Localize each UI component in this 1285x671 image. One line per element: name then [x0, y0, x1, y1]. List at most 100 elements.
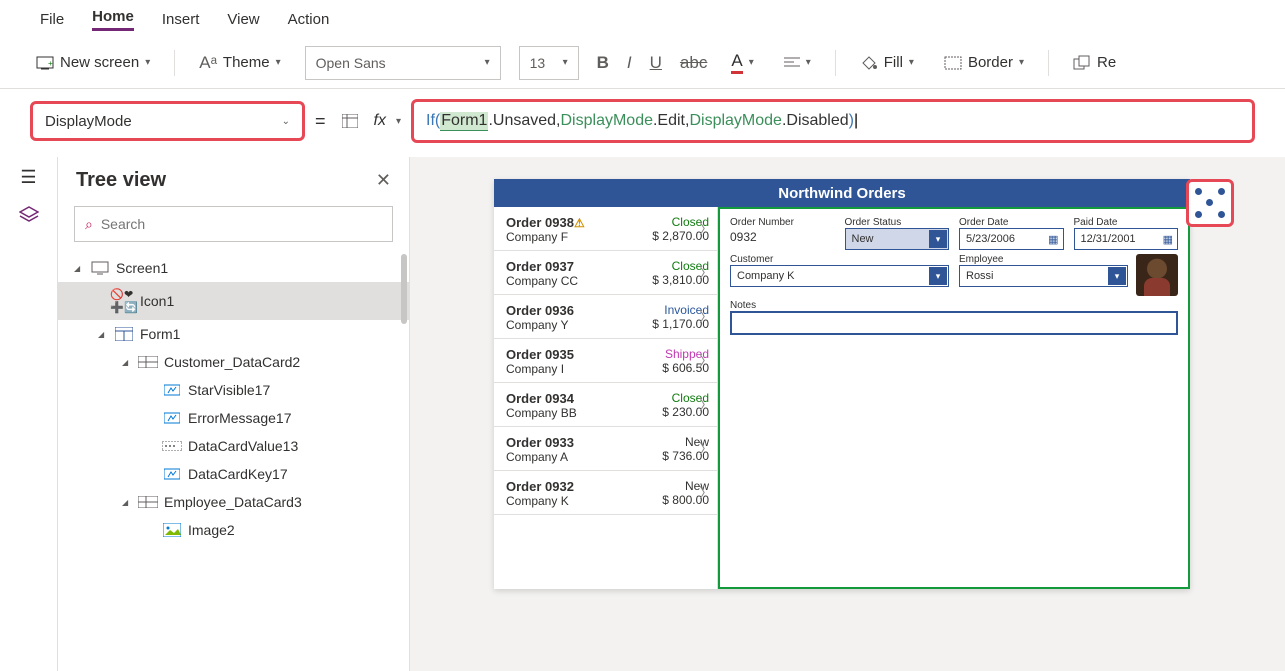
- card-icon: [138, 496, 158, 508]
- chevron-down-icon[interactable]: ▾: [396, 116, 401, 127]
- orders-list: Order 0938⚠Company FClosed$ 2,870.00〉Ord…: [494, 207, 718, 589]
- order-row[interactable]: Order 0936Company YInvoiced$ 1,170.00〉: [494, 295, 717, 339]
- order-row[interactable]: Order 0935Company IShipped$ 606.50〉: [494, 339, 717, 383]
- fontsize-dropdown[interactable]: 13 ▾: [519, 46, 579, 80]
- fontcolor-button[interactable]: A▾: [725, 47, 759, 78]
- dropdown-employee[interactable]: Rossi▾: [959, 265, 1128, 287]
- chevron-down-icon: ▾: [806, 57, 811, 68]
- screen-icon: [90, 261, 110, 275]
- chevron-right-icon: 〉: [699, 483, 713, 503]
- order-form: Order Number 0932 Order Status New▾ Orde…: [718, 207, 1190, 589]
- close-icon[interactable]: ✕: [376, 170, 391, 191]
- tree-item-label: Employee_DataCard3: [164, 494, 409, 510]
- input-notes[interactable]: [730, 311, 1178, 335]
- chevron-right-icon: 〉: [699, 263, 713, 283]
- tree-item-errormessage17[interactable]: ErrorMessage17: [58, 404, 409, 432]
- order-row[interactable]: Order 0932Company KNew$ 800.00〉: [494, 471, 717, 515]
- chevron-down-icon: ▾: [145, 57, 150, 68]
- equals-sign: =: [315, 111, 326, 132]
- tree-item-employee_datacard3[interactable]: ◢ Employee_DataCard3: [58, 488, 409, 516]
- order-row[interactable]: Order 0934Company BBClosed$ 230.00〉: [494, 383, 717, 427]
- bold-button[interactable]: B: [597, 53, 609, 73]
- tree-item-image2[interactable]: Image2: [58, 516, 409, 544]
- order-number: Order 0935: [506, 347, 637, 362]
- ribbon: + New screen ▾ Aᵃ Theme ▾ Open Sans ▾ 13…: [0, 37, 1285, 89]
- search-input[interactable]: [101, 216, 382, 232]
- input-icon: [162, 441, 182, 451]
- tree-item-label: ErrorMessage17: [188, 410, 409, 426]
- separator: [1048, 50, 1049, 76]
- order-row[interactable]: Order 0938⚠Company FClosed$ 2,870.00〉: [494, 207, 717, 251]
- order-company: Company Y: [506, 318, 637, 332]
- twisty-icon[interactable]: ◢: [74, 264, 84, 273]
- tree-item-label: Form1: [140, 326, 409, 342]
- new-screen-button[interactable]: + New screen ▾: [30, 50, 156, 75]
- label-employee: Employee: [959, 254, 1128, 265]
- label-notes: Notes: [730, 300, 1178, 311]
- order-number: Order 0933: [506, 435, 637, 450]
- dropdown-order-status[interactable]: New▾: [845, 228, 950, 250]
- order-row[interactable]: Order 0937Company CCClosed$ 3,810.00〉: [494, 251, 717, 295]
- label-customer: Customer: [730, 254, 949, 265]
- separator: [174, 50, 175, 76]
- reorder-label: Re: [1097, 54, 1116, 71]
- datepicker-paid-date[interactable]: 12/31/2001▦: [1074, 228, 1179, 250]
- order-company: Company I: [506, 362, 637, 376]
- chevron-down-icon: ▾: [929, 267, 947, 285]
- hamburger-icon[interactable]: ☰: [20, 167, 36, 188]
- dropdown-customer[interactable]: Company K▾: [730, 265, 949, 287]
- theme-icon: Aᵃ: [199, 53, 217, 73]
- align-button[interactable]: ▾: [778, 52, 817, 74]
- fill-button[interactable]: Fill ▾: [854, 50, 920, 75]
- tree-item-icon1[interactable]: 🚫❤➕🔄Icon1: [58, 282, 409, 320]
- chevron-down-icon: ⌄: [282, 116, 290, 127]
- layers-icon[interactable]: [19, 206, 39, 224]
- warning-icon: ⚠: [574, 216, 585, 230]
- reorder-button[interactable]: Re: [1067, 50, 1122, 75]
- form-icon: [114, 327, 134, 341]
- twisty-icon[interactable]: ◢: [122, 498, 132, 507]
- tree-item-form1[interactable]: ◢ Form1: [58, 320, 409, 348]
- border-button[interactable]: Border ▾: [938, 50, 1030, 75]
- order-company: Company K: [506, 494, 637, 508]
- twisty-icon[interactable]: ◢: [122, 358, 132, 367]
- left-rail: ☰: [0, 157, 58, 671]
- menu-view[interactable]: View: [227, 11, 259, 28]
- formula-input[interactable]: If( Form1.Unsaved, DisplayMode.Edit, Dis…: [411, 99, 1255, 143]
- tree-item-screen1[interactable]: ◢Screen1: [58, 254, 409, 282]
- menu-action[interactable]: Action: [288, 11, 330, 28]
- chevron-right-icon: 〉: [699, 395, 713, 415]
- menu-insert[interactable]: Insert: [162, 11, 200, 28]
- chevron-down-icon: ▾: [563, 57, 568, 68]
- label-icon: [162, 411, 182, 425]
- property-dropdown[interactable]: DisplayMode ⌄: [30, 101, 305, 141]
- italic-button[interactable]: I: [627, 53, 632, 73]
- strike-button[interactable]: abc: [680, 53, 707, 73]
- selection-handles[interactable]: [1186, 179, 1234, 227]
- border-label: Border: [968, 54, 1013, 71]
- fx-button[interactable]: [336, 110, 364, 132]
- font-dropdown[interactable]: Open Sans ▾: [305, 46, 501, 80]
- menu-file[interactable]: File: [40, 11, 64, 28]
- tree-item-label: Icon1: [140, 293, 409, 309]
- fx-label: fx: [374, 112, 386, 130]
- tree-item-label: Customer_DataCard2: [164, 354, 409, 370]
- theme-button[interactable]: Aᵃ Theme ▾: [193, 49, 286, 77]
- scrollbar[interactable]: [401, 254, 407, 324]
- tree-item-datacardkey17[interactable]: DataCardKey17: [58, 460, 409, 488]
- image-icon: [162, 523, 182, 537]
- new-screen-label: New screen: [60, 54, 139, 71]
- order-company: Company A: [506, 450, 637, 464]
- menu-home[interactable]: Home: [92, 8, 134, 31]
- tree-item-customer_datacard2[interactable]: ◢ Customer_DataCard2: [58, 348, 409, 376]
- search-box[interactable]: ⌕: [74, 206, 393, 242]
- tree-item-datacardvalue13[interactable]: DataCardValue13: [58, 432, 409, 460]
- tree-item-starvisible17[interactable]: StarVisible17: [58, 376, 409, 404]
- chevron-down-icon: ▾: [909, 57, 914, 68]
- underline-button[interactable]: U: [650, 53, 662, 73]
- chevron-down-icon: ▾: [749, 57, 754, 68]
- property-name: DisplayMode: [45, 113, 132, 130]
- datepicker-order-date[interactable]: 5/23/2006▦: [959, 228, 1064, 250]
- order-row[interactable]: Order 0933Company ANew$ 736.00〉: [494, 427, 717, 471]
- twisty-icon[interactable]: ◢: [98, 330, 108, 339]
